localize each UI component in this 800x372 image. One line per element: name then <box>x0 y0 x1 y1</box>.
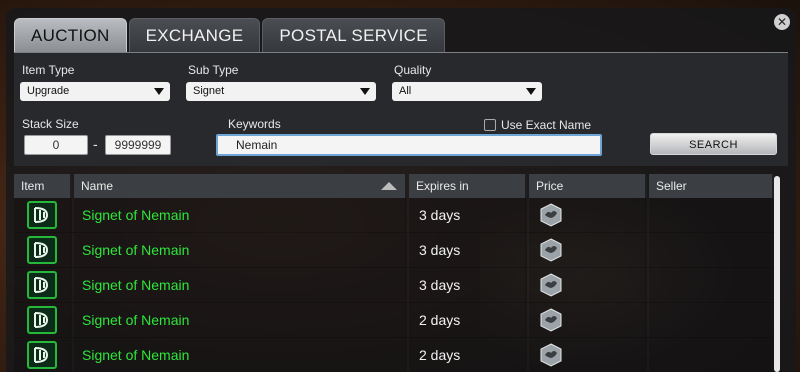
results-table: Item Name Expires in Price Seller Signet… <box>14 174 776 372</box>
name-cell: Signet of Nemain <box>74 198 407 232</box>
stack-min-input[interactable]: 0 <box>24 135 88 155</box>
item-cell <box>14 268 72 302</box>
silver-coin-icon[interactable] <box>539 238 563 262</box>
silver-coin-icon[interactable] <box>539 273 563 297</box>
expires-text: 3 days <box>419 242 461 258</box>
tab-auction[interactable]: AUCTION <box>14 18 127 52</box>
filter-panel: Item Type Upgrade Sub Type Signet Qualit… <box>14 52 788 166</box>
item-name-link[interactable]: Signet of Nemain <box>82 347 189 363</box>
item-cell <box>14 233 72 267</box>
expires-cell: 2 days <box>409 338 527 372</box>
sort-ascending-icon <box>381 182 397 190</box>
item-name-link[interactable]: Signet of Nemain <box>82 207 189 223</box>
item-name-link[interactable]: Signet of Nemain <box>82 277 189 293</box>
sub-type-value: Signet <box>193 85 225 97</box>
column-header-name-label: Name <box>81 179 114 193</box>
chevron-down-icon <box>360 88 370 95</box>
price-cell <box>529 338 647 372</box>
name-cell: Signet of Nemain <box>74 303 407 337</box>
expires-text: 3 days <box>419 277 461 293</box>
expires-text: 3 days <box>419 207 461 223</box>
column-header-name[interactable]: Name <box>74 174 407 198</box>
column-header-seller[interactable]: Seller <box>649 174 774 198</box>
price-cell <box>529 198 647 232</box>
silver-coin-icon[interactable] <box>539 203 563 227</box>
signet-icon[interactable] <box>27 236 57 264</box>
table-row[interactable]: Signet of Nemain 3 days <box>14 198 776 233</box>
price-cell <box>529 268 647 302</box>
seller-cell <box>649 338 774 372</box>
signet-icon[interactable] <box>27 306 57 334</box>
signet-icon[interactable] <box>27 341 57 369</box>
quality-select[interactable]: All <box>392 82 542 101</box>
expires-cell: 3 days <box>409 233 527 267</box>
use-exact-name-checkbox[interactable] <box>484 119 496 131</box>
table-row[interactable]: Signet of Nemain 3 days <box>14 233 776 268</box>
silver-coin-icon[interactable] <box>539 343 563 367</box>
stack-size-label: Stack Size <box>22 117 79 131</box>
keywords-input[interactable]: Nemain <box>216 134 602 156</box>
table-row[interactable]: Signet of Nemain 2 days <box>14 338 776 372</box>
silver-coin-icon[interactable] <box>539 308 563 332</box>
item-cell <box>14 198 72 232</box>
name-cell: Signet of Nemain <box>74 268 407 302</box>
sub-type-label: Sub Type <box>188 63 239 77</box>
seller-cell <box>649 198 774 232</box>
item-type-label: Item Type <box>22 63 75 77</box>
item-cell <box>14 303 72 337</box>
column-header-expires[interactable]: Expires in <box>409 174 527 198</box>
item-name-link[interactable]: Signet of Nemain <box>82 242 189 258</box>
stack-max-input[interactable]: 9999999 <box>105 135 171 155</box>
tab-postal-service[interactable]: POSTAL SERVICE <box>262 18 445 52</box>
use-exact-name-label: Use Exact Name <box>501 118 592 132</box>
chevron-down-icon <box>526 88 536 95</box>
expires-text: 2 days <box>419 347 461 363</box>
quality-label: Quality <box>394 63 432 77</box>
signet-icon[interactable] <box>27 271 57 299</box>
item-type-value: Upgrade <box>27 85 70 97</box>
tab-bar: AUCTION EXCHANGE POSTAL SERVICE <box>14 18 447 52</box>
search-button[interactable]: SEARCH <box>650 133 777 155</box>
tab-exchange[interactable]: EXCHANGE <box>128 18 261 52</box>
sub-type-select[interactable]: Signet <box>186 82 376 101</box>
quality-value: All <box>399 85 412 97</box>
keywords-label: Keywords <box>228 117 281 131</box>
seller-cell <box>649 233 774 267</box>
name-cell: Signet of Nemain <box>74 233 407 267</box>
chevron-down-icon <box>154 88 164 95</box>
expires-cell: 3 days <box>409 198 527 232</box>
item-type-select[interactable]: Upgrade <box>20 82 170 101</box>
expires-text: 2 days <box>419 312 461 328</box>
seller-cell <box>649 268 774 302</box>
price-cell <box>529 233 647 267</box>
table-row[interactable]: Signet of Nemain 3 days <box>14 268 776 303</box>
expires-cell: 2 days <box>409 303 527 337</box>
stack-range-separator: - <box>93 136 98 152</box>
column-header-price[interactable]: Price <box>529 174 647 198</box>
item-cell <box>14 338 72 372</box>
results-scrollbar[interactable] <box>774 176 780 372</box>
table-header: Item Name Expires in Price Seller <box>14 174 776 198</box>
seller-cell <box>649 303 774 337</box>
table-row[interactable]: Signet of Nemain 2 days <box>14 303 776 338</box>
expires-cell: 3 days <box>409 268 527 302</box>
signet-icon[interactable] <box>27 201 57 229</box>
item-name-link[interactable]: Signet of Nemain <box>82 312 189 328</box>
close-icon[interactable]: ✕ <box>774 14 790 30</box>
column-header-item[interactable]: Item <box>14 174 72 198</box>
price-cell <box>529 303 647 337</box>
name-cell: Signet of Nemain <box>74 338 407 372</box>
auction-window: AUCTION EXCHANGE POSTAL SERVICE ✕ Item T… <box>6 8 796 372</box>
